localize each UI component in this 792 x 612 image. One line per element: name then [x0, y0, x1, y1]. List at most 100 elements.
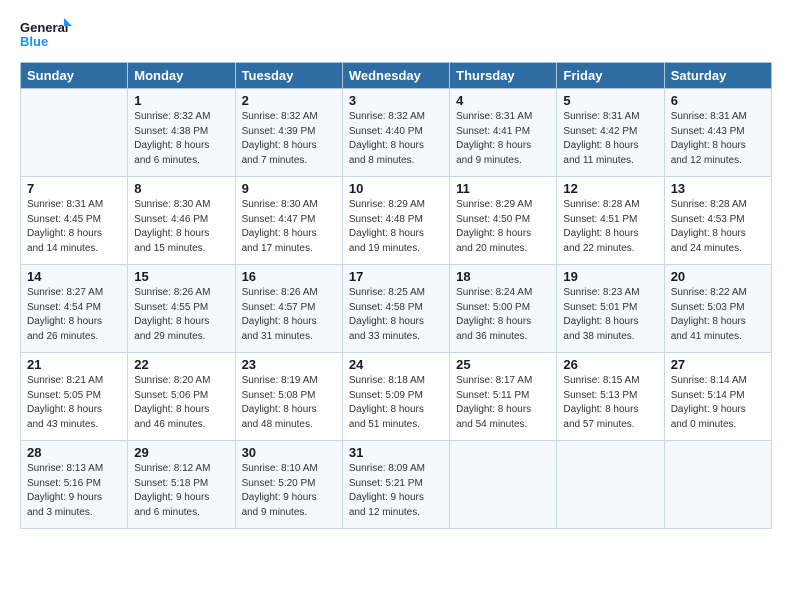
day-number: 10 — [349, 181, 443, 196]
day-cell: 12 Sunrise: 8:28 AMSunset: 4:51 PMDayligh… — [557, 177, 664, 265]
day-number: 20 — [671, 269, 765, 284]
day-cell: 26 Sunrise: 8:15 AMSunset: 5:13 PMDayligh… — [557, 353, 664, 441]
day-cell: 6 Sunrise: 8:31 AMSunset: 4:43 PMDaylight… — [664, 89, 771, 177]
day-number: 28 — [27, 445, 121, 460]
day-number: 27 — [671, 357, 765, 372]
day-info: Sunrise: 8:19 AMSunset: 5:08 PMDaylight:… — [242, 374, 336, 432]
day-info: Sunrise: 8:12 AMSunset: 5:18 PMDaylight:… — [134, 462, 228, 520]
svg-text:Blue: Blue — [20, 34, 48, 49]
day-number: 21 — [27, 357, 121, 372]
day-info: Sunrise: 8:31 AMSunset: 4:42 PMDaylight:… — [563, 110, 657, 168]
day-info: Sunrise: 8:15 AMSunset: 5:13 PMDaylight:… — [563, 374, 657, 432]
day-number: 1 — [134, 93, 228, 108]
day-info: Sunrise: 8:29 AMSunset: 4:48 PMDaylight:… — [349, 198, 443, 256]
day-number: 19 — [563, 269, 657, 284]
logo: General Blue — [20, 16, 72, 52]
day-number: 18 — [456, 269, 550, 284]
day-cell: 25 Sunrise: 8:17 AMSunset: 5:11 PMDayligh… — [450, 353, 557, 441]
day-cell: 22Sunrise: 8:20 AMSunset: 5:06 PMDayligh… — [128, 353, 235, 441]
day-number: 9 — [242, 181, 336, 196]
day-info: Sunrise: 8:28 AMSunset: 4:53 PMDaylight:… — [671, 198, 765, 256]
week-row-2: 7Sunrise: 8:31 AMSunset: 4:45 PMDaylight… — [21, 177, 772, 265]
day-number: 17 — [349, 269, 443, 284]
day-info: Sunrise: 8:28 AMSunset: 4:51 PMDaylight:… — [563, 198, 657, 256]
day-number: 3 — [349, 93, 443, 108]
day-cell: 29 Sunrise: 8:12 AMSunset: 5:18 PMDayligh… — [128, 441, 235, 529]
day-number: 14 — [27, 269, 121, 284]
day-cell: 30 Sunrise: 8:10 AMSunset: 5:20 PMDayligh… — [235, 441, 342, 529]
col-header-friday: Friday — [557, 63, 664, 89]
col-header-sunday: Sunday — [21, 63, 128, 89]
day-info: Sunrise: 8:17 AMSunset: 5:11 PMDaylight:… — [456, 374, 550, 432]
day-info: Sunrise: 8:14 AMSunset: 5:14 PMDaylight:… — [671, 374, 765, 432]
day-number: 25 — [456, 357, 550, 372]
day-info: Sunrise: 8:31 AMSunset: 4:41 PMDaylight:… — [456, 110, 550, 168]
day-number: 16 — [242, 269, 336, 284]
day-info: Sunrise: 8:32 AMSunset: 4:38 PMDaylight:… — [134, 110, 228, 168]
day-info: Sunrise: 8:25 AMSunset: 4:58 PMDaylight:… — [349, 286, 443, 344]
day-cell: 10 Sunrise: 8:29 AMSunset: 4:48 PMDayligh… — [342, 177, 449, 265]
day-cell: 11Sunrise: 8:29 AMSunset: 4:50 PMDayligh… — [450, 177, 557, 265]
col-header-saturday: Saturday — [664, 63, 771, 89]
day-info: Sunrise: 8:26 AMSunset: 4:57 PMDaylight:… — [242, 286, 336, 344]
day-number: 24 — [349, 357, 443, 372]
day-number: 30 — [242, 445, 336, 460]
day-number: 6 — [671, 93, 765, 108]
day-info: Sunrise: 8:10 AMSunset: 5:20 PMDaylight:… — [242, 462, 336, 520]
day-cell: 15Sunrise: 8:26 AMSunset: 4:55 PMDayligh… — [128, 265, 235, 353]
day-cell: 23 Sunrise: 8:19 AMSunset: 5:08 PMDayligh… — [235, 353, 342, 441]
day-cell: 9 Sunrise: 8:30 AMSunset: 4:47 PMDaylight… — [235, 177, 342, 265]
day-cell: 7Sunrise: 8:31 AMSunset: 4:45 PMDaylight… — [21, 177, 128, 265]
day-cell: 2 Sunrise: 8:32 AMSunset: 4:39 PMDaylight… — [235, 89, 342, 177]
day-cell — [664, 441, 771, 529]
day-info: Sunrise: 8:20 AMSunset: 5:06 PMDaylight:… — [134, 374, 228, 432]
day-number: 29 — [134, 445, 228, 460]
col-header-tuesday: Tuesday — [235, 63, 342, 89]
day-cell: 8 Sunrise: 8:30 AMSunset: 4:46 PMDaylight… — [128, 177, 235, 265]
page: General Blue SundayMondayTuesdayWednesda… — [0, 0, 792, 539]
day-info: Sunrise: 8:09 AMSunset: 5:21 PMDaylight:… — [349, 462, 443, 520]
day-info: Sunrise: 8:30 AMSunset: 4:47 PMDaylight:… — [242, 198, 336, 256]
day-cell: 16 Sunrise: 8:26 AMSunset: 4:57 PMDayligh… — [235, 265, 342, 353]
day-info: Sunrise: 8:32 AMSunset: 4:40 PMDaylight:… — [349, 110, 443, 168]
day-cell: 31 Sunrise: 8:09 AMSunset: 5:21 PMDayligh… — [342, 441, 449, 529]
day-number: 4 — [456, 93, 550, 108]
day-number: 11 — [456, 181, 550, 196]
day-number: 5 — [563, 93, 657, 108]
week-row-5: 28Sunrise: 8:13 AMSunset: 5:16 PMDayligh… — [21, 441, 772, 529]
header-row: SundayMondayTuesdayWednesdayThursdayFrid… — [21, 63, 772, 89]
day-cell: 27 Sunrise: 8:14 AMSunset: 5:14 PMDayligh… — [664, 353, 771, 441]
day-number: 23 — [242, 357, 336, 372]
day-number: 7 — [27, 181, 121, 196]
day-number: 13 — [671, 181, 765, 196]
day-cell: 17 Sunrise: 8:25 AMSunset: 4:58 PMDayligh… — [342, 265, 449, 353]
day-info: Sunrise: 8:21 AMSunset: 5:05 PMDaylight:… — [27, 374, 121, 432]
day-info: Sunrise: 8:22 AMSunset: 5:03 PMDaylight:… — [671, 286, 765, 344]
day-cell: 19Sunrise: 8:23 AMSunset: 5:01 PMDayligh… — [557, 265, 664, 353]
header: General Blue — [20, 16, 772, 52]
day-cell — [450, 441, 557, 529]
day-cell: 28Sunrise: 8:13 AMSunset: 5:16 PMDayligh… — [21, 441, 128, 529]
day-cell: 13 Sunrise: 8:28 AMSunset: 4:53 PMDayligh… — [664, 177, 771, 265]
day-number: 26 — [563, 357, 657, 372]
day-info: Sunrise: 8:32 AMSunset: 4:39 PMDaylight:… — [242, 110, 336, 168]
day-cell: 24 Sunrise: 8:18 AMSunset: 5:09 PMDayligh… — [342, 353, 449, 441]
day-cell: 21 Sunrise: 8:21 AMSunset: 5:05 PMDayligh… — [21, 353, 128, 441]
day-number: 31 — [349, 445, 443, 460]
day-info: Sunrise: 8:27 AMSunset: 4:54 PMDaylight:… — [27, 286, 121, 344]
day-cell — [557, 441, 664, 529]
day-info: Sunrise: 8:24 AMSunset: 5:00 PMDaylight:… — [456, 286, 550, 344]
day-info: Sunrise: 8:31 AMSunset: 4:43 PMDaylight:… — [671, 110, 765, 168]
day-cell — [21, 89, 128, 177]
day-cell: 14 Sunrise: 8:27 AMSunset: 4:54 PMDayligh… — [21, 265, 128, 353]
day-cell: 18 Sunrise: 8:24 AMSunset: 5:00 PMDayligh… — [450, 265, 557, 353]
logo-svg: General Blue — [20, 16, 72, 52]
day-info: Sunrise: 8:26 AMSunset: 4:55 PMDaylight:… — [134, 286, 228, 344]
day-info: Sunrise: 8:18 AMSunset: 5:09 PMDaylight:… — [349, 374, 443, 432]
day-number: 2 — [242, 93, 336, 108]
day-number: 12 — [563, 181, 657, 196]
day-info: Sunrise: 8:30 AMSunset: 4:46 PMDaylight:… — [134, 198, 228, 256]
svg-text:General: General — [20, 20, 68, 35]
week-row-3: 14 Sunrise: 8:27 AMSunset: 4:54 PMDayligh… — [21, 265, 772, 353]
day-number: 8 — [134, 181, 228, 196]
